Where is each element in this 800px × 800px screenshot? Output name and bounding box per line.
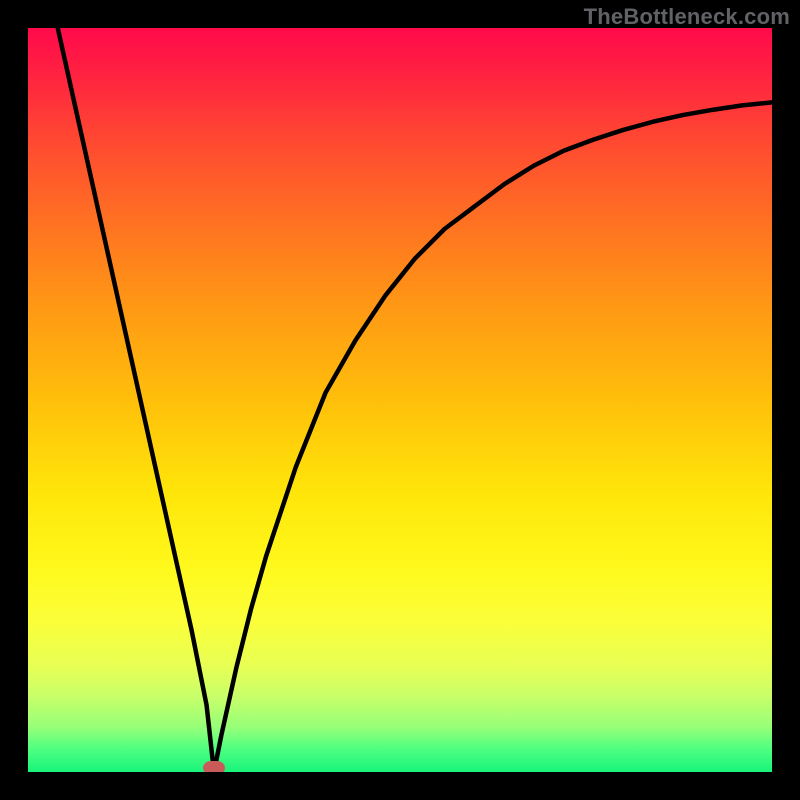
- chart-frame: TheBottleneck.com: [0, 0, 800, 800]
- bottleneck-curve: [28, 28, 772, 772]
- attribution-text: TheBottleneck.com: [584, 4, 790, 30]
- min-point-marker: [203, 761, 225, 772]
- plot-area: [28, 28, 772, 772]
- bottleneck-curve-path: [58, 28, 772, 772]
